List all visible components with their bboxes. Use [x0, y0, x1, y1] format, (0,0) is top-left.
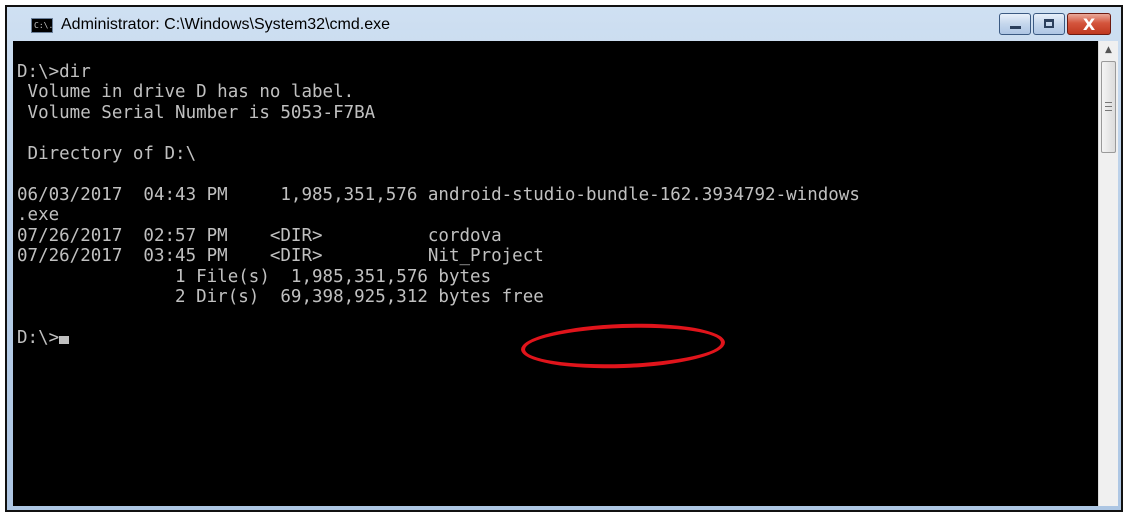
vertical-scrollbar[interactable]: ▲ — [1098, 41, 1118, 506]
prompt-line: D:\> — [17, 328, 1098, 349]
console-line: 07/26/2017 03:45 PM <DIR> Nit_Project — [17, 246, 544, 266]
grip-icon — [1105, 102, 1112, 111]
console-line: 07/26/2017 02:57 PM <DIR> cordova — [17, 225, 502, 246]
close-icon: X — [1082, 15, 1096, 34]
maximize-button[interactable] — [1033, 13, 1065, 35]
cmd-window: C:\. Administrator: C:\Windows\System32\… — [5, 5, 1123, 512]
command-prompt: D:\> — [17, 328, 60, 348]
scroll-up-arrow-icon[interactable]: ▲ — [1099, 41, 1118, 59]
console-output[interactable]: D:\>dir Volume in drive D has no label. … — [13, 41, 1098, 506]
caption-buttons: X — [997, 13, 1111, 37]
console-line: Volume Serial Number is 5053-F7BA — [17, 102, 376, 123]
close-button[interactable]: X — [1067, 13, 1111, 35]
minimize-icon — [1010, 26, 1021, 29]
console-line: 2 Dir(s) 69,398,925,312 bytes free — [17, 287, 544, 307]
minimize-button[interactable] — [999, 13, 1031, 35]
console-line: 06/03/2017 04:43 PM 1,985,351,576 androi… — [17, 184, 860, 205]
cmd-app-icon[interactable]: C:\. — [31, 18, 53, 33]
console-line: 1 File(s) 1,985,351,576 bytes — [17, 266, 492, 287]
text-cursor — [59, 336, 70, 344]
maximize-icon — [1044, 19, 1054, 28]
title-bar[interactable]: C:\. Administrator: C:\Windows\System32\… — [7, 7, 1121, 41]
scroll-thumb[interactable] — [1101, 61, 1116, 153]
console-line: D:\>dir — [17, 61, 91, 82]
console-line: Volume in drive D has no label. — [17, 82, 355, 102]
console-line: Directory of D:\ — [17, 143, 197, 164]
console-line: .exe — [17, 205, 60, 225]
window-title: Administrator: C:\Windows\System32\cmd.e… — [61, 16, 390, 33]
